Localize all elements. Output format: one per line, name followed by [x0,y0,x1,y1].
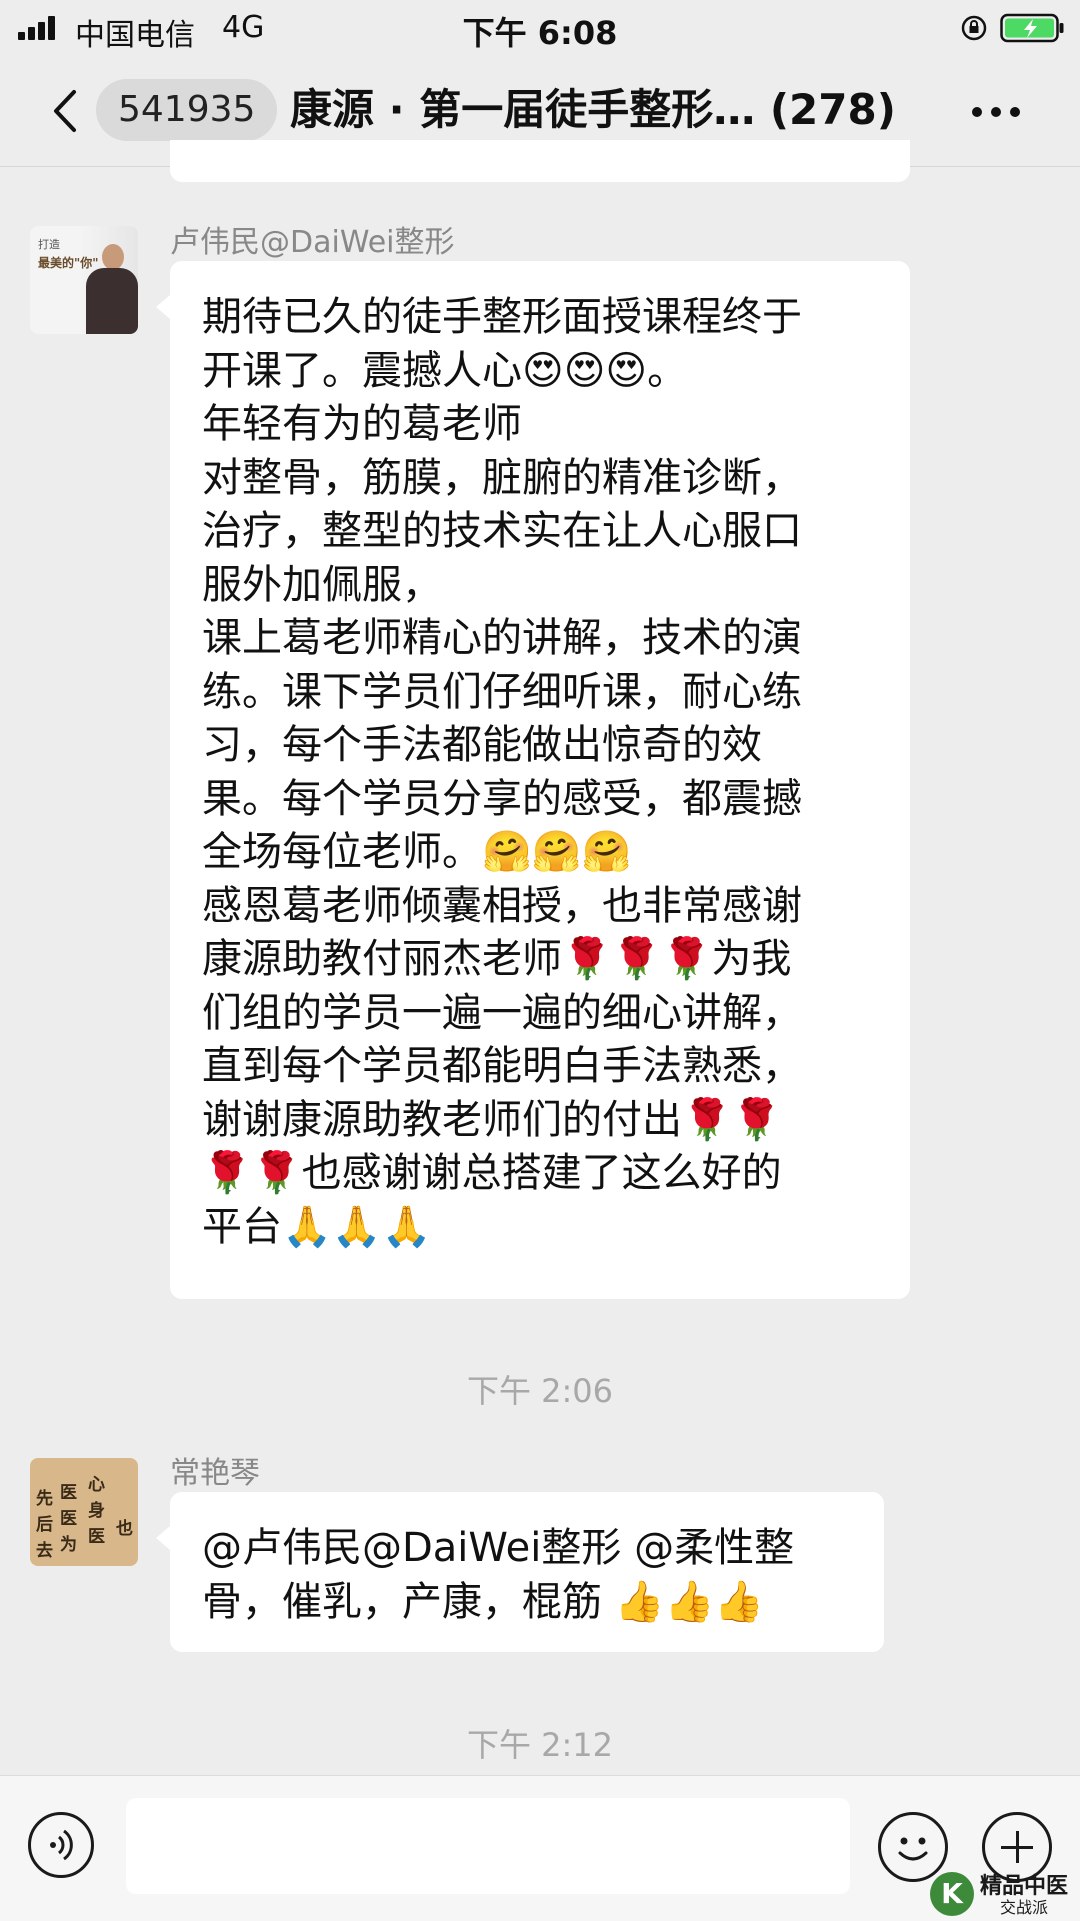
message-bubble[interactable]: 期待已久的徒手整形面授课程终于 开课了。震撼人心😍😍😍。 年轻有为的葛老师 对整… [156,261,910,1299]
watermark-subtext: 交战派 [1000,1898,1049,1917]
avatar-glyph: 后 [36,1515,53,1535]
avatar[interactable]: 先 医 心 后 医 身 去 为 医 也 [30,1458,138,1566]
message-timestamp: 下午 2:12 [466,1726,614,1764]
avatar-glyph: 先 [36,1489,53,1509]
avatar-glyph: 为 [60,1535,77,1555]
sender-name: 常艳琴 [170,1456,260,1491]
status-time: 下午 6:08 [462,14,618,52]
avatar-caption: 最美的"你" [38,256,99,270]
avatar[interactable]: 打造 最美的"你" [30,226,138,334]
sender-name: 卢伟民@DaiWei整形 [170,225,455,260]
more-dots-icon[interactable] [968,96,1024,126]
rotation-lock-icon [961,15,987,41]
input-bar [0,1775,1080,1921]
chat-title: 康源 · 第一届徒手整形… (278) [290,85,896,134]
avatar-glyph: 医 [60,1509,77,1529]
battery-icon [1000,13,1064,43]
voice-icon[interactable] [28,1812,94,1878]
avatar-glyph: 医 [88,1527,105,1547]
avatar-glyph: 也 [116,1519,133,1539]
chevron-left-icon[interactable] [48,86,82,136]
watermark-logo-icon: K [930,1872,974,1916]
watermark: K 精品中医 交战派 [930,1868,1080,1920]
unread-count-badge[interactable]: 541935 [96,79,278,141]
message-input[interactable] [126,1798,850,1894]
avatar-caption: 打造 [38,238,60,251]
message-timestamp: 下午 2:06 [466,1372,614,1410]
avatar-glyph: 心 [88,1475,105,1495]
message-bubble[interactable]: @卢伟民@DaiWei整形 @柔性整 骨，催乳，产康，棍筋 👍👍👍 [156,1492,884,1652]
status-bar: 中国电信 4G 下午 6:08 [0,0,1080,56]
avatar-glyph: 身 [88,1501,105,1521]
avatar-glyph: 去 [36,1541,53,1561]
avatar-glyph: 医 [60,1483,77,1503]
previous-message-bubble [170,140,910,182]
